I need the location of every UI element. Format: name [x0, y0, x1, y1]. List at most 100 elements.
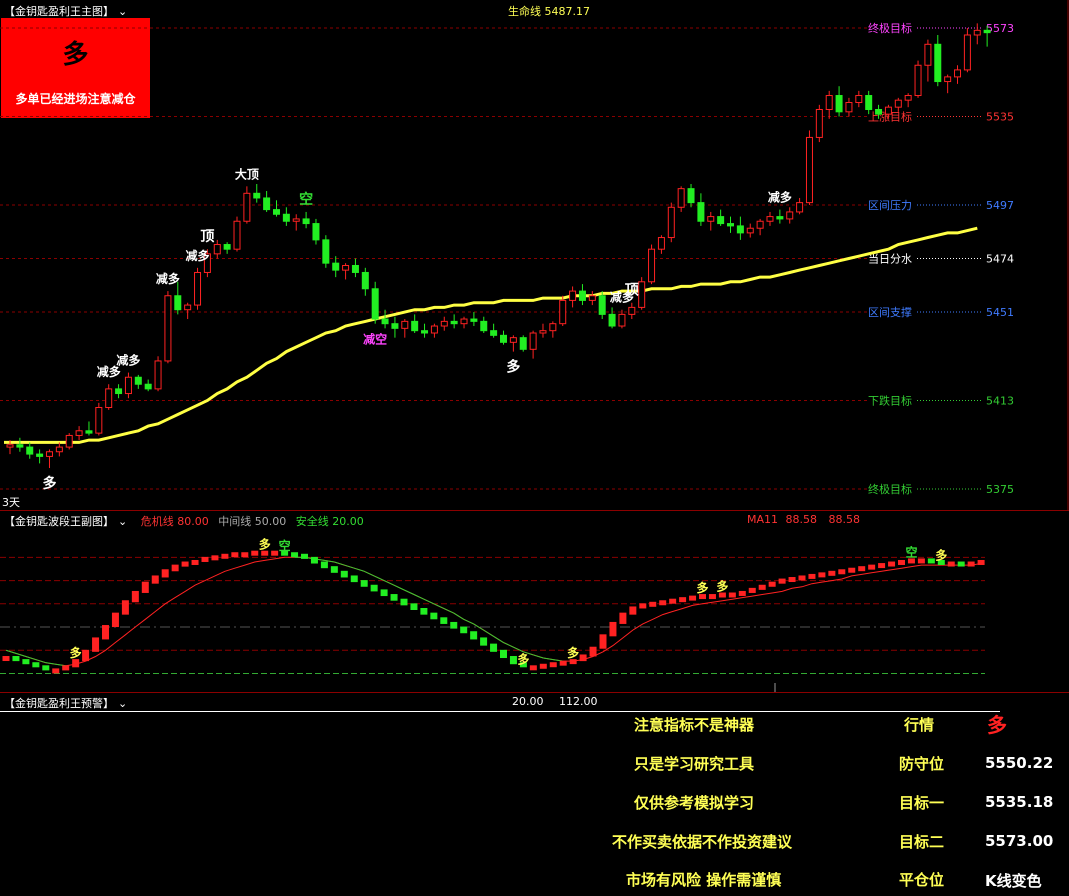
wave-marker: 多 — [259, 537, 271, 552]
candle-body — [55, 446, 63, 453]
candle-body — [559, 299, 567, 325]
candle-body — [963, 34, 971, 71]
wave-bar — [460, 626, 468, 634]
wave-bar — [211, 555, 219, 561]
wave-bar — [141, 581, 149, 593]
wave-bar — [917, 558, 925, 564]
wave-bar — [370, 584, 378, 592]
candle-body — [796, 202, 804, 213]
wave-bar — [898, 559, 905, 565]
candle-body — [480, 320, 488, 332]
chevron-down-icon[interactable]: ⌄ — [118, 697, 127, 710]
candle-body — [411, 320, 419, 332]
warning-row-value: 5550.22 — [985, 754, 1054, 772]
wave-bar — [131, 590, 139, 603]
wave-bar — [649, 601, 657, 607]
wave-bar — [360, 580, 368, 587]
main-chart-pane[interactable]: 【金钥匙盈利王主图】 ⌄ 生命线 5487.17 多 多单已经进场注意减仓 3天 … — [0, 0, 1069, 510]
wave-ma-segment — [503, 642, 514, 648]
wave-bar — [679, 597, 687, 603]
candle-body — [924, 43, 932, 66]
wave-bar — [977, 559, 985, 565]
wave-bar — [241, 552, 249, 558]
candle-body — [36, 453, 44, 457]
wave-bar — [639, 603, 647, 609]
wave-ma-segment — [363, 570, 375, 577]
sub-chart-pane[interactable]: 【金钥匙波段王副图】 ⌄ 危机线 80.00 中间线 50.00 安全线 20.0… — [0, 510, 1069, 693]
candle-body — [460, 318, 468, 325]
candle-body — [440, 320, 448, 327]
candle-body — [588, 295, 596, 301]
warning-values: 20.00 112.00 — [512, 695, 598, 708]
warning-title-text: 【金钥匙盈利王预警】 — [4, 697, 114, 710]
wave-ma-segment — [393, 584, 405, 591]
candle-body — [578, 290, 586, 301]
wave-ma-segment — [463, 618, 474, 625]
warning-row-key: 平仓位 — [899, 871, 945, 889]
candle-body — [825, 95, 833, 110]
warning-row-value: 5535.18 — [985, 793, 1054, 811]
candle-body — [430, 325, 438, 334]
candle-body — [282, 213, 290, 222]
level-label: 区间支撑 — [868, 305, 912, 319]
candle-body — [174, 295, 182, 311]
wave-bar — [748, 587, 756, 593]
wave-ma-segment — [15, 652, 27, 657]
signal-marker: 减多 — [768, 190, 792, 205]
candle-body — [875, 108, 883, 115]
wave-marker: 多 — [716, 579, 728, 594]
candle-body — [95, 407, 103, 434]
main-chart-svg[interactable]: 终极目标 5573上涨目标 5535区间压力 5497当日分水 5474区间支撑 5451… — [0, 0, 1069, 510]
wave-bar — [111, 612, 119, 628]
candle-body — [164, 295, 172, 362]
wave-bar — [330, 566, 338, 573]
candle-body — [736, 225, 744, 234]
candle-body — [539, 330, 547, 334]
wave-bar — [509, 656, 517, 665]
warning-divider — [0, 711, 1000, 712]
candle-body — [944, 76, 952, 83]
wave-marker: 多 — [696, 580, 708, 595]
wave-bar — [589, 646, 597, 657]
candle-body — [598, 295, 606, 315]
candle-body — [253, 192, 261, 199]
candle-body — [815, 108, 823, 138]
candle-body — [500, 334, 507, 343]
wave-ma-segment — [354, 567, 365, 572]
candle-body — [134, 376, 142, 385]
wave-bar — [231, 552, 239, 558]
signal-marker: 多 — [42, 475, 56, 492]
signal-marker: 空 — [299, 191, 313, 208]
candle-body — [312, 223, 320, 241]
wave-bar — [957, 561, 965, 567]
wave-bar — [102, 625, 109, 640]
sub-chart-svg[interactable]: 多多 空多 多多 多空多 — [0, 511, 1069, 693]
candle-body — [805, 136, 813, 204]
candle-body — [144, 383, 152, 390]
wave-bar — [171, 564, 179, 572]
level-value: 5535 — [986, 110, 1014, 123]
wave-bar — [12, 656, 20, 662]
wave-bar — [579, 654, 587, 662]
candle-body — [213, 244, 221, 255]
candle-body — [85, 430, 93, 434]
candle-body — [322, 239, 330, 264]
wave-ma-segment — [493, 635, 504, 643]
candle-body — [569, 290, 577, 301]
signal-marker: 减多 — [186, 248, 210, 263]
level-value: 5497 — [986, 199, 1014, 212]
candle-body — [105, 388, 113, 409]
candle-body — [470, 318, 478, 322]
candle-body — [115, 388, 123, 395]
wave-ma-segment — [543, 657, 554, 661]
candle-body — [687, 188, 695, 204]
level-value: 5413 — [986, 395, 1014, 408]
candle-body — [263, 197, 271, 211]
wave-ma-segment — [35, 659, 46, 664]
candle-body — [519, 337, 527, 350]
wave-bar — [291, 552, 299, 558]
candle-body — [746, 227, 754, 234]
warning-title[interactable]: 【金钥匙盈利王预警】 ⌄ — [4, 695, 127, 711]
candle-body — [490, 330, 498, 336]
warning-pane[interactable]: 【金钥匙盈利王预警】 ⌄ 20.00 112.00 注意指标不是神器 行情 多 只… — [0, 692, 1069, 896]
